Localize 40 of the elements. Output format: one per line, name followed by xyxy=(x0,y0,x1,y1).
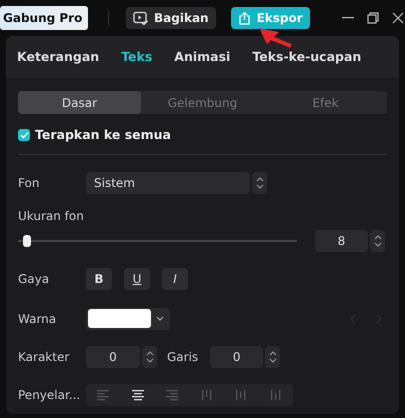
number-field[interactable]: 0 xyxy=(86,346,140,368)
field-label: Penyelar... xyxy=(18,386,82,404)
field-label: Warna xyxy=(18,310,58,328)
field-label: Fon xyxy=(18,174,40,192)
number-field[interactable]: 0 xyxy=(210,346,264,368)
tab[interactable]: Teks xyxy=(121,48,152,66)
align-center-icon xyxy=(130,388,145,401)
segment-tab[interactable]: Dasar xyxy=(18,91,141,114)
share-button[interactable]: Bagikan xyxy=(126,7,216,29)
italic-button[interactable]: I xyxy=(162,268,188,290)
font-dropdown[interactable]: Sistem xyxy=(86,172,250,194)
arrow-annotation xyxy=(259,28,293,48)
stepper-icon[interactable] xyxy=(142,346,157,368)
tab[interactable]: Teks-ke-ucapan xyxy=(252,48,362,66)
field-label: Gaya xyxy=(18,270,50,288)
field-label: Garis xyxy=(167,348,198,366)
stepper-icon[interactable] xyxy=(265,346,280,368)
slider-thumb[interactable] xyxy=(23,234,32,247)
video-check-icon xyxy=(133,11,148,25)
underline-button[interactable]: U xyxy=(124,268,150,290)
bold-button[interactable]: B xyxy=(86,268,112,290)
color-picker[interactable] xyxy=(86,308,170,330)
checkbox-label: Terapkan ke semua xyxy=(35,126,171,144)
align-right-icon xyxy=(165,388,180,401)
tab[interactable]: Animasi xyxy=(174,48,230,66)
number-field[interactable]: 8 xyxy=(315,230,368,252)
align-bottom-icon xyxy=(268,388,283,401)
pro-badge[interactable]: Gabung Pro xyxy=(0,6,88,30)
field-label: Karakter xyxy=(18,348,70,366)
upload-icon xyxy=(238,11,251,25)
checkbox[interactable] xyxy=(18,129,30,142)
align-top-icon xyxy=(200,388,214,401)
caret-icon xyxy=(155,316,165,322)
stepper-icon[interactable] xyxy=(252,172,267,194)
stepper-icon[interactable] xyxy=(370,230,385,252)
align-left-icon xyxy=(96,388,110,401)
minimize-icon xyxy=(342,17,354,19)
align-middle-icon xyxy=(234,388,248,401)
tab[interactable]: Keterangan xyxy=(17,48,100,66)
field-label: Ukuran fon xyxy=(18,208,85,225)
